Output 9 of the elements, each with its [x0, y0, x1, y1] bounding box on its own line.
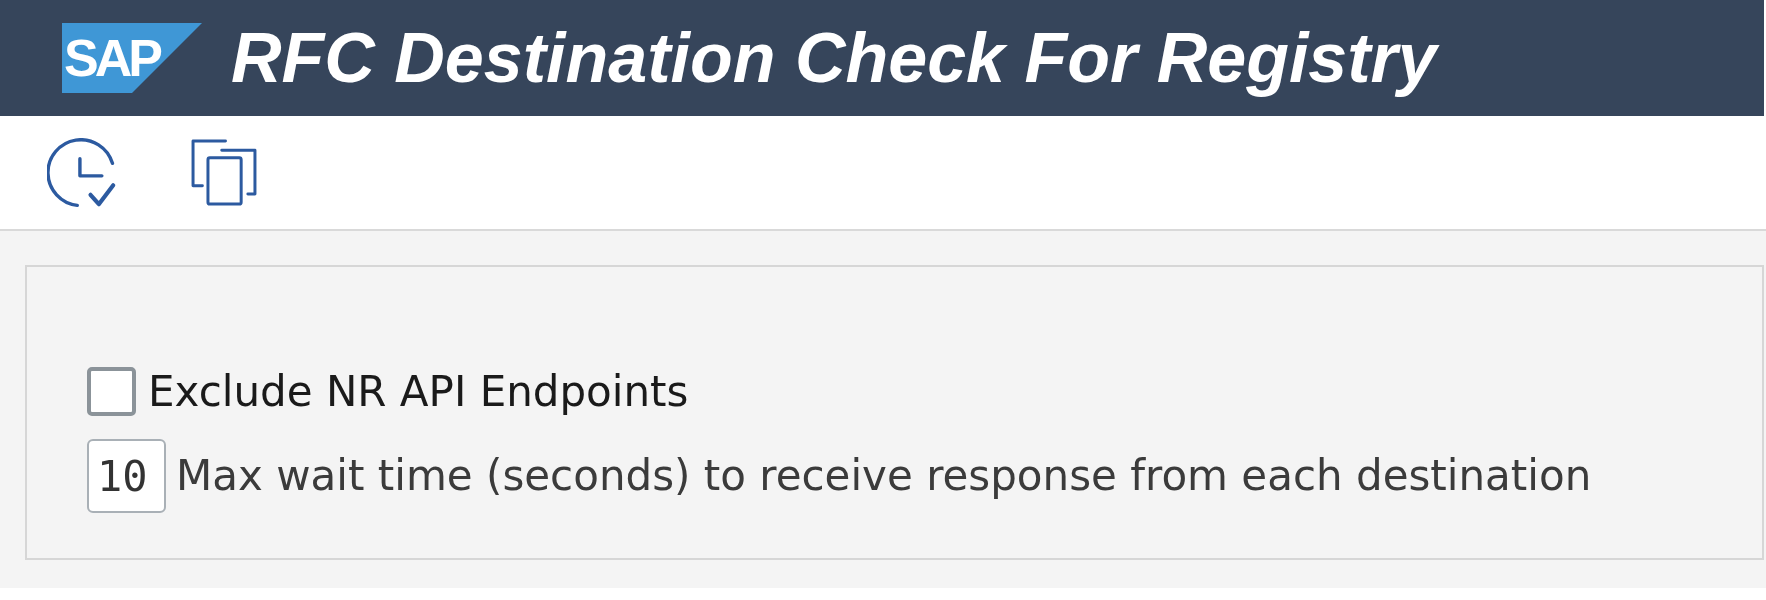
- field-label: Max wait time (seconds) to receive response from each destination: [176, 450, 1592, 502]
- clock-check-button[interactable]: [47, 137, 117, 208]
- checkbox[interactable]: [87, 367, 136, 416]
- checkbox-label: Exclude NR API Endpoints: [148, 367, 689, 416]
- copy-icon: [190, 138, 258, 207]
- copy-button[interactable]: [190, 138, 258, 207]
- logo-text: SAP: [64, 32, 159, 84]
- number-field[interactable]: 10: [87, 439, 166, 513]
- clock-check-icon: [47, 137, 117, 208]
